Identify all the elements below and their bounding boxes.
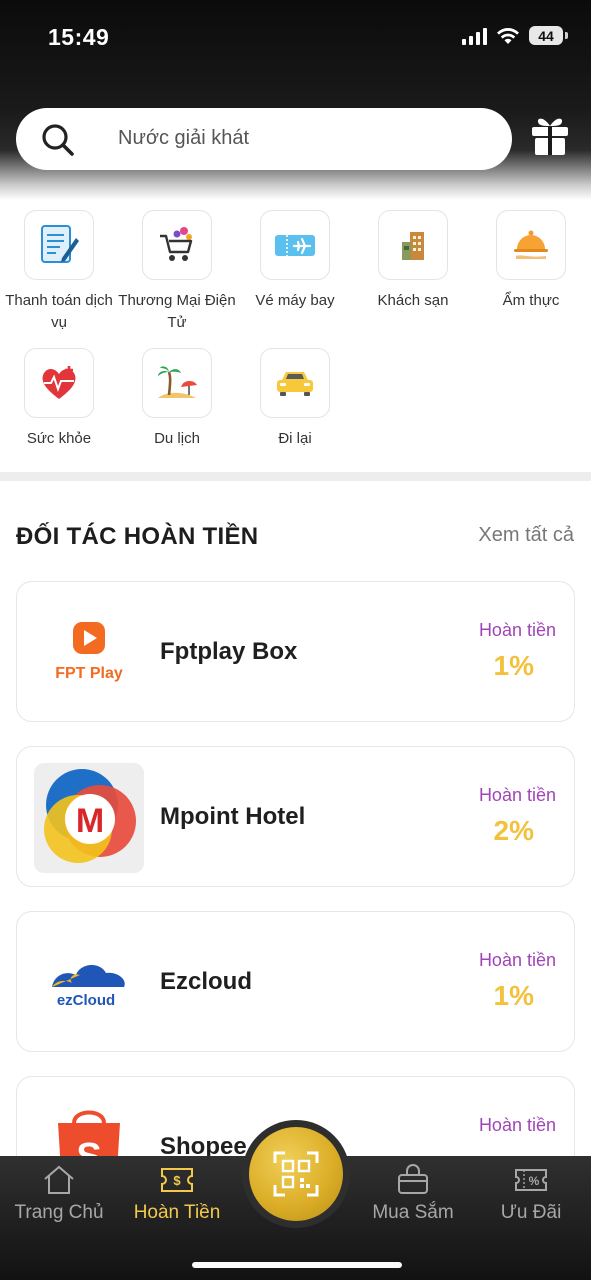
mpoint-logo: M [34, 763, 144, 873]
category-transport[interactable]: Đi lại [236, 348, 354, 450]
cashback-value: 1% [493, 650, 534, 681]
svg-text:$: $ [173, 1173, 181, 1188]
cashback-label: Hoàn tiền [478, 785, 556, 805]
fptplay-logo: FPT Play [34, 598, 144, 708]
category-label: Du lịch [154, 430, 200, 447]
nav-deals[interactable]: % Ưu Đãi [472, 1156, 590, 1224]
svg-text:%: % [529, 1174, 540, 1188]
partner-name: Ezcloud [160, 968, 253, 995]
cashback-label: Hoàn tiền [478, 620, 556, 640]
search-icon [42, 124, 74, 156]
ezcloud-logo-text: ezCloud [57, 992, 115, 1009]
section-title: ĐỐI TÁC HOÀN TIỀN [16, 523, 259, 550]
food-cloche-icon [496, 210, 566, 280]
mpoint-logo-text: M [76, 802, 104, 840]
bill-payment-icon [24, 210, 94, 280]
cashback-label: Hoàn tiền [478, 950, 556, 970]
partner-name: Mpoint Hotel [160, 803, 306, 830]
section-divider [0, 472, 591, 481]
battery-level: 44 [538, 27, 554, 44]
cashback-label: Hoàn tiền [478, 1115, 556, 1135]
status-icons: 44 [462, 26, 568, 45]
fptplay-logo-text: FPT Play [55, 665, 123, 682]
plane-ticket-icon [260, 210, 330, 280]
nav-shopping[interactable]: Mua Sắm [354, 1156, 472, 1224]
partner-card-ezcloud[interactable]: ezCloud Ezcloud Hoàn tiền 1% [16, 911, 575, 1052]
category-label: Thanh toán dịch vụ [5, 292, 113, 331]
nav-label: Hoàn Tiền [133, 1202, 221, 1223]
partner-card-fptplay[interactable]: FPT Play Fptplay Box Hoàn tiền 1% [16, 581, 575, 722]
cashback-value: 1% [493, 980, 534, 1011]
search-input[interactable]: Nước giải khát [16, 108, 512, 170]
category-label: Sức khỏe [26, 430, 92, 447]
discount-voucher-icon: % [515, 1169, 547, 1191]
category-travel[interactable]: Du lịch [118, 348, 236, 450]
category-bill-payment[interactable]: Thanh toán dịch vụ [0, 210, 118, 334]
status-time: 15:49 [48, 24, 110, 50]
beach-icon [142, 348, 212, 418]
category-label: Vé máy bay [255, 292, 335, 309]
partner-name: Fptplay Box [160, 638, 298, 665]
cashback-value: 2% [493, 815, 534, 846]
category-label: Đi lại [278, 430, 312, 447]
nav-home[interactable]: Trang Chủ [0, 1156, 118, 1224]
header: 15:49 44 Nước giải khát [0, 0, 591, 200]
see-all-link[interactable]: Xem tất cả [478, 524, 574, 547]
category-hotel[interactable]: Khách sạn [354, 210, 472, 312]
category-label: Khách sạn [377, 292, 449, 309]
category-label: Thương Mại Điện Tử [118, 292, 236, 331]
category-plane-ticket[interactable]: Vé máy bay [236, 210, 354, 312]
category-label: Ẩm thực [502, 292, 560, 309]
home-icon [44, 1165, 74, 1194]
wifi-icon [497, 27, 519, 44]
signal-icon [462, 27, 487, 45]
cashback-ticket-icon: $ [161, 1168, 193, 1192]
shopping-bag-icon [398, 1164, 428, 1194]
battery-icon: 44 [529, 26, 568, 45]
ezcloud-logo: ezCloud [34, 928, 144, 1038]
hotel-icon [378, 210, 448, 280]
nav-label: Mua Sắm [372, 1202, 454, 1223]
qr-scan-button[interactable] [242, 1120, 350, 1228]
nav-label: Ưu Đãi [500, 1202, 562, 1223]
qr-scan-icon [273, 1151, 319, 1197]
health-heart-icon [24, 348, 94, 418]
nav-cashback[interactable]: $ Hoàn Tiền [118, 1156, 236, 1224]
category-ecommerce[interactable]: Thương Mại Điện Tử [118, 210, 236, 334]
search-placeholder: Nước giải khát [118, 127, 249, 149]
category-food[interactable]: Ẩm thực [472, 210, 590, 312]
category-health[interactable]: Sức khỏe [0, 348, 118, 450]
nav-label: Trang Chủ [14, 1202, 104, 1223]
shopping-cart-icon [142, 210, 212, 280]
home-indicator [192, 1262, 402, 1268]
gift-icon[interactable] [528, 113, 572, 157]
car-icon [260, 348, 330, 418]
partner-card-mpoint[interactable]: M Mpoint Hotel Hoàn tiền 2% [16, 746, 575, 887]
